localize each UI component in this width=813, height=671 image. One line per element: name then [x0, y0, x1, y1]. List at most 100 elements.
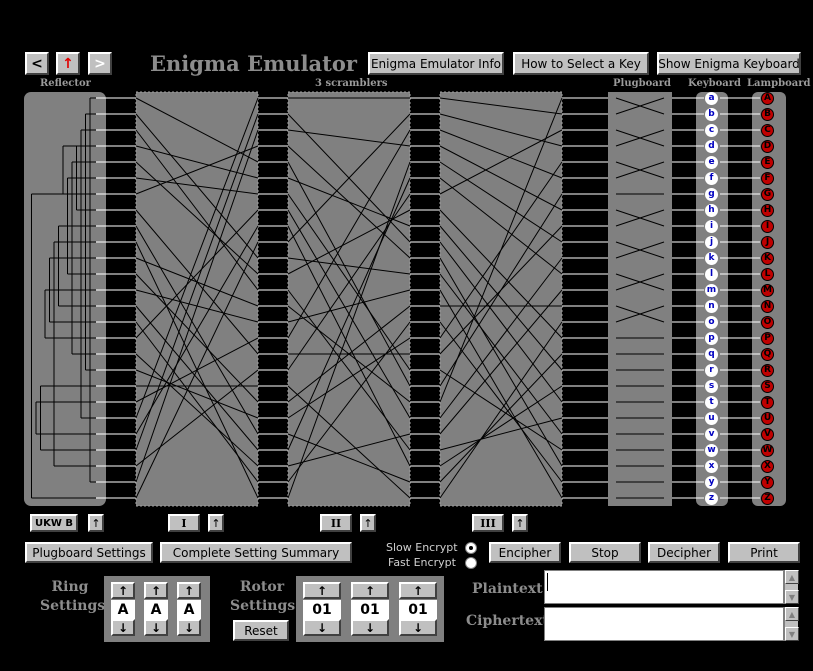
- lamp-Q: Q: [761, 348, 774, 361]
- lamp-G: G: [761, 188, 774, 201]
- rotor-setting-1-up-button[interactable]: ↑: [303, 582, 341, 599]
- ring-setting-2-up-button[interactable]: ↑: [144, 582, 168, 599]
- enigma-wiring-diagram: [24, 91, 786, 507]
- lamp-B: B: [761, 108, 774, 121]
- ciphertext-field[interactable]: [544, 607, 784, 641]
- keyboard-key-w[interactable]: w: [705, 444, 718, 457]
- keyboard-key-p[interactable]: p: [705, 332, 718, 345]
- rotor-2-name: II: [320, 514, 352, 532]
- ciphertext-value: [545, 608, 783, 612]
- keyboard-key-t[interactable]: t: [705, 396, 718, 409]
- scroll-up-icon[interactable]: ▲: [785, 607, 799, 621]
- keyboard-key-v[interactable]: v: [705, 428, 718, 441]
- keyboard-key-u[interactable]: u: [705, 412, 718, 425]
- ring-setting-1-down-button[interactable]: ↓: [111, 619, 135, 636]
- rotor-settings-label-line2: Settings: [230, 598, 296, 614]
- keyboard-key-h[interactable]: h: [705, 204, 718, 217]
- rotor-setting-3-down-button[interactable]: ↓: [399, 619, 437, 636]
- lamp-U: U: [761, 412, 774, 425]
- decipher-button[interactable]: Decipher: [648, 542, 720, 563]
- rotor-1-change-button[interactable]: ↑: [208, 514, 224, 532]
- keyboard-key-a[interactable]: a: [705, 92, 718, 105]
- rotor-settings-label-line1: Rotor: [239, 579, 285, 595]
- plaintext-value: [547, 573, 783, 591]
- reflector-change-button[interactable]: ↑: [88, 514, 104, 532]
- scroll-down-icon[interactable]: ▼: [785, 590, 799, 604]
- keyboard-key-x[interactable]: x: [705, 460, 718, 473]
- ciphertext-scrollbar[interactable]: ▲ ▼: [784, 607, 799, 641]
- lamp-Z: Z: [761, 492, 774, 505]
- rotor-setting-3-value: 01: [399, 600, 437, 619]
- keyboard-key-d[interactable]: d: [705, 140, 718, 153]
- rotor-setting-2-value: 01: [351, 600, 389, 619]
- ring-settings-label-line1: Ring: [51, 579, 89, 595]
- scroll-up-icon[interactable]: ▲: [785, 570, 799, 584]
- lamp-D: D: [761, 140, 774, 153]
- reflector-panel: [24, 92, 106, 506]
- lamp-X: X: [761, 460, 774, 473]
- rotor-setting-1-down-button[interactable]: ↓: [303, 619, 341, 636]
- keyboard-key-f[interactable]: f: [705, 172, 718, 185]
- ring-settings-label-line2: Settings: [40, 598, 106, 614]
- keyboard-key-k[interactable]: k: [705, 252, 718, 265]
- keyboard-key-j[interactable]: j: [705, 236, 718, 249]
- print-button[interactable]: Print: [728, 542, 800, 563]
- keyboard-key-b[interactable]: b: [705, 108, 718, 121]
- plaintext-field[interactable]: [544, 570, 784, 604]
- lamp-A: A: [761, 92, 774, 105]
- lamp-I: I: [761, 220, 774, 233]
- setting-summary-button[interactable]: Complete Setting Summary: [160, 542, 352, 563]
- plaintext-label: Plaintext: [472, 581, 543, 597]
- lamp-J: J: [761, 236, 774, 249]
- lamp-O: O: [761, 316, 774, 329]
- keyboard-key-z[interactable]: z: [705, 492, 718, 505]
- lamp-P: P: [761, 332, 774, 345]
- rotor-setting-2-down-button[interactable]: ↓: [351, 619, 389, 636]
- ring-setting-3-up-button[interactable]: ↑: [177, 582, 201, 599]
- lamp-H: H: [761, 204, 774, 217]
- keyboard-key-n[interactable]: n: [705, 300, 718, 313]
- lamp-F: F: [761, 172, 774, 185]
- lamp-T: T: [761, 396, 774, 409]
- plugboard-settings-button[interactable]: Plugboard Settings: [25, 542, 153, 563]
- keyboard-key-l[interactable]: l: [705, 268, 718, 281]
- stop-button[interactable]: Stop: [569, 542, 641, 563]
- lamp-E: E: [761, 156, 774, 169]
- rotor-settings-label: Rotor Settings: [230, 578, 296, 616]
- fast-encrypt-label: Fast Encrypt: [388, 556, 456, 569]
- slow-encrypt-label: Slow Encrypt: [386, 541, 458, 554]
- plaintext-scrollbar[interactable]: ▲ ▼: [784, 570, 799, 604]
- rotor-2-change-button[interactable]: ↑: [360, 514, 376, 532]
- keyboard-key-q[interactable]: q: [705, 348, 718, 361]
- rotor-3-change-button[interactable]: ↑: [512, 514, 528, 532]
- ring-setting-1-up-button[interactable]: ↑: [111, 582, 135, 599]
- rotor-setting-3-up-button[interactable]: ↑: [399, 582, 437, 599]
- ciphertext-label: Ciphertext: [466, 613, 549, 629]
- keyboard-key-i[interactable]: i: [705, 220, 718, 233]
- ring-settings-label: Ring Settings: [40, 578, 106, 616]
- keyboard-key-g[interactable]: g: [705, 188, 718, 201]
- reflector-name: UKW B: [30, 514, 78, 532]
- keyboard-key-r[interactable]: r: [705, 364, 718, 377]
- rotor-panel-2: [287, 91, 411, 507]
- slow-encrypt-radio[interactable]: [465, 542, 477, 554]
- scroll-down-icon[interactable]: ▼: [785, 627, 799, 641]
- fast-encrypt-radio[interactable]: [465, 557, 477, 569]
- keyboard-key-m[interactable]: m: [705, 284, 718, 297]
- ring-setting-3-down-button[interactable]: ↓: [177, 619, 201, 636]
- plugboard-panel: [608, 92, 672, 506]
- lamp-W: W: [761, 444, 774, 457]
- ring-setting-1-value: A: [111, 600, 135, 619]
- keyboard-key-o[interactable]: o: [705, 316, 718, 329]
- keyboard-key-c[interactable]: c: [705, 124, 718, 137]
- lamp-M: M: [761, 284, 774, 297]
- encipher-button[interactable]: Encipher: [489, 542, 561, 563]
- lamp-R: R: [761, 364, 774, 377]
- reset-button[interactable]: Reset: [233, 620, 289, 641]
- rotor-setting-2-up-button[interactable]: ↑: [351, 582, 389, 599]
- ring-setting-2-down-button[interactable]: ↓: [144, 619, 168, 636]
- lamp-C: C: [761, 124, 774, 137]
- keyboard-key-s[interactable]: s: [705, 380, 718, 393]
- keyboard-key-e[interactable]: e: [705, 156, 718, 169]
- keyboard-key-y[interactable]: y: [705, 476, 718, 489]
